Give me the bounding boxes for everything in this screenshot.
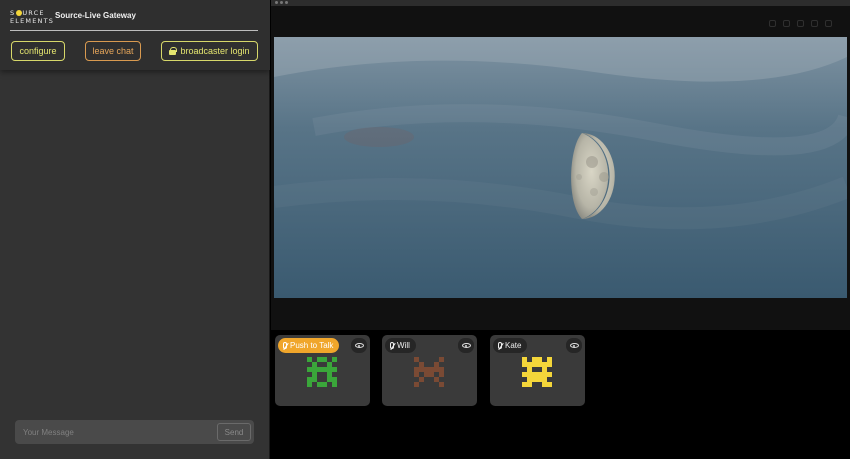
player-control-icon[interactable]: [811, 20, 818, 27]
message-composer: Send: [15, 420, 254, 444]
leave-chat-label: leave chat: [92, 46, 134, 56]
eye-icon: [461, 343, 471, 348]
push-to-talk-button[interactable]: Push to Talk: [278, 338, 340, 353]
chat-header: S URCE ELEMENTS Source-Live Gateway confi…: [0, 0, 270, 70]
chat-panel: S URCE ELEMENTS Source-Live Gateway confi…: [0, 0, 270, 459]
player-control-icon[interactable]: [797, 20, 804, 27]
broadcaster-login-label: broadcaster login: [180, 46, 250, 56]
header-divider: [10, 30, 258, 31]
eye-icon: [569, 343, 579, 348]
stage-area: Push to Talk Will Kate: [271, 0, 850, 459]
player-control-icon[interactable]: [825, 20, 832, 27]
send-label: Send: [224, 427, 244, 437]
player-controls: [769, 20, 832, 27]
logo-dot-icon: [15, 10, 22, 16]
message-input[interactable]: [15, 420, 215, 444]
app-title: Source-Live Gateway: [55, 11, 136, 20]
player-control-icon[interactable]: [769, 20, 776, 27]
logo-text-elements: ELEMENTS: [10, 17, 55, 25]
lock-icon: [169, 47, 178, 55]
logo-text-urce: URCE: [22, 9, 45, 17]
participant-tile[interactable]: Will: [382, 335, 477, 406]
moon-sky-image: [274, 37, 847, 298]
participant-label: Kate: [505, 341, 522, 350]
configure-button[interactable]: configure: [11, 41, 65, 61]
participant-label: Will: [397, 341, 410, 350]
avatar: [522, 357, 552, 387]
participant-tile[interactable]: Kate: [490, 335, 585, 406]
leave-chat-button[interactable]: leave chat: [85, 41, 141, 61]
logo-text-s: S: [10, 9, 16, 17]
visibility-toggle[interactable]: [351, 338, 367, 353]
avatar: [307, 357, 337, 387]
video-player[interactable]: [271, 6, 850, 330]
participant-name-tag: Will: [385, 338, 416, 353]
participant-name-tag: Kate: [493, 338, 528, 353]
source-elements-logo: S URCE ELEMENTS: [10, 9, 55, 25]
player-control-icon[interactable]: [783, 20, 790, 27]
avatar: [414, 357, 444, 387]
participant-label: Push to Talk: [290, 341, 334, 350]
eye-icon: [354, 343, 364, 348]
visibility-toggle[interactable]: [458, 338, 474, 353]
visibility-toggle[interactable]: [566, 338, 582, 353]
video-stream: [274, 37, 847, 298]
participant-tile[interactable]: Push to Talk: [275, 335, 370, 406]
mic-muted-icon: [390, 342, 394, 349]
send-button[interactable]: Send: [217, 423, 251, 441]
broadcaster-login-button[interactable]: broadcaster login: [161, 41, 258, 61]
mic-muted-icon: [283, 342, 287, 349]
mic-muted-icon: [498, 342, 502, 349]
drag-handle-icon[interactable]: [275, 1, 288, 4]
configure-label: configure: [19, 46, 57, 56]
